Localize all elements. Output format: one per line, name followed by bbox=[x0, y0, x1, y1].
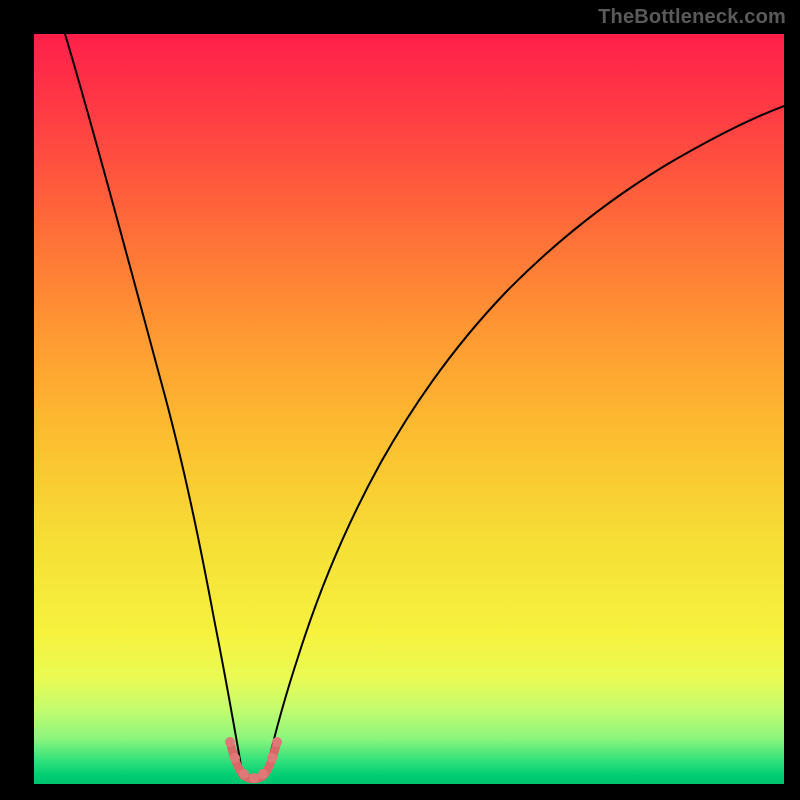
trough-highlight bbox=[225, 737, 282, 783]
chart-svg bbox=[34, 34, 784, 784]
bottleneck-curve-left bbox=[65, 34, 243, 778]
watermark-text: TheBottleneck.com bbox=[598, 6, 786, 29]
outer-frame: TheBottleneck.com bbox=[0, 0, 800, 800]
curve-group bbox=[65, 34, 784, 783]
bottleneck-curve-right bbox=[265, 106, 784, 778]
plot-area bbox=[34, 34, 784, 784]
